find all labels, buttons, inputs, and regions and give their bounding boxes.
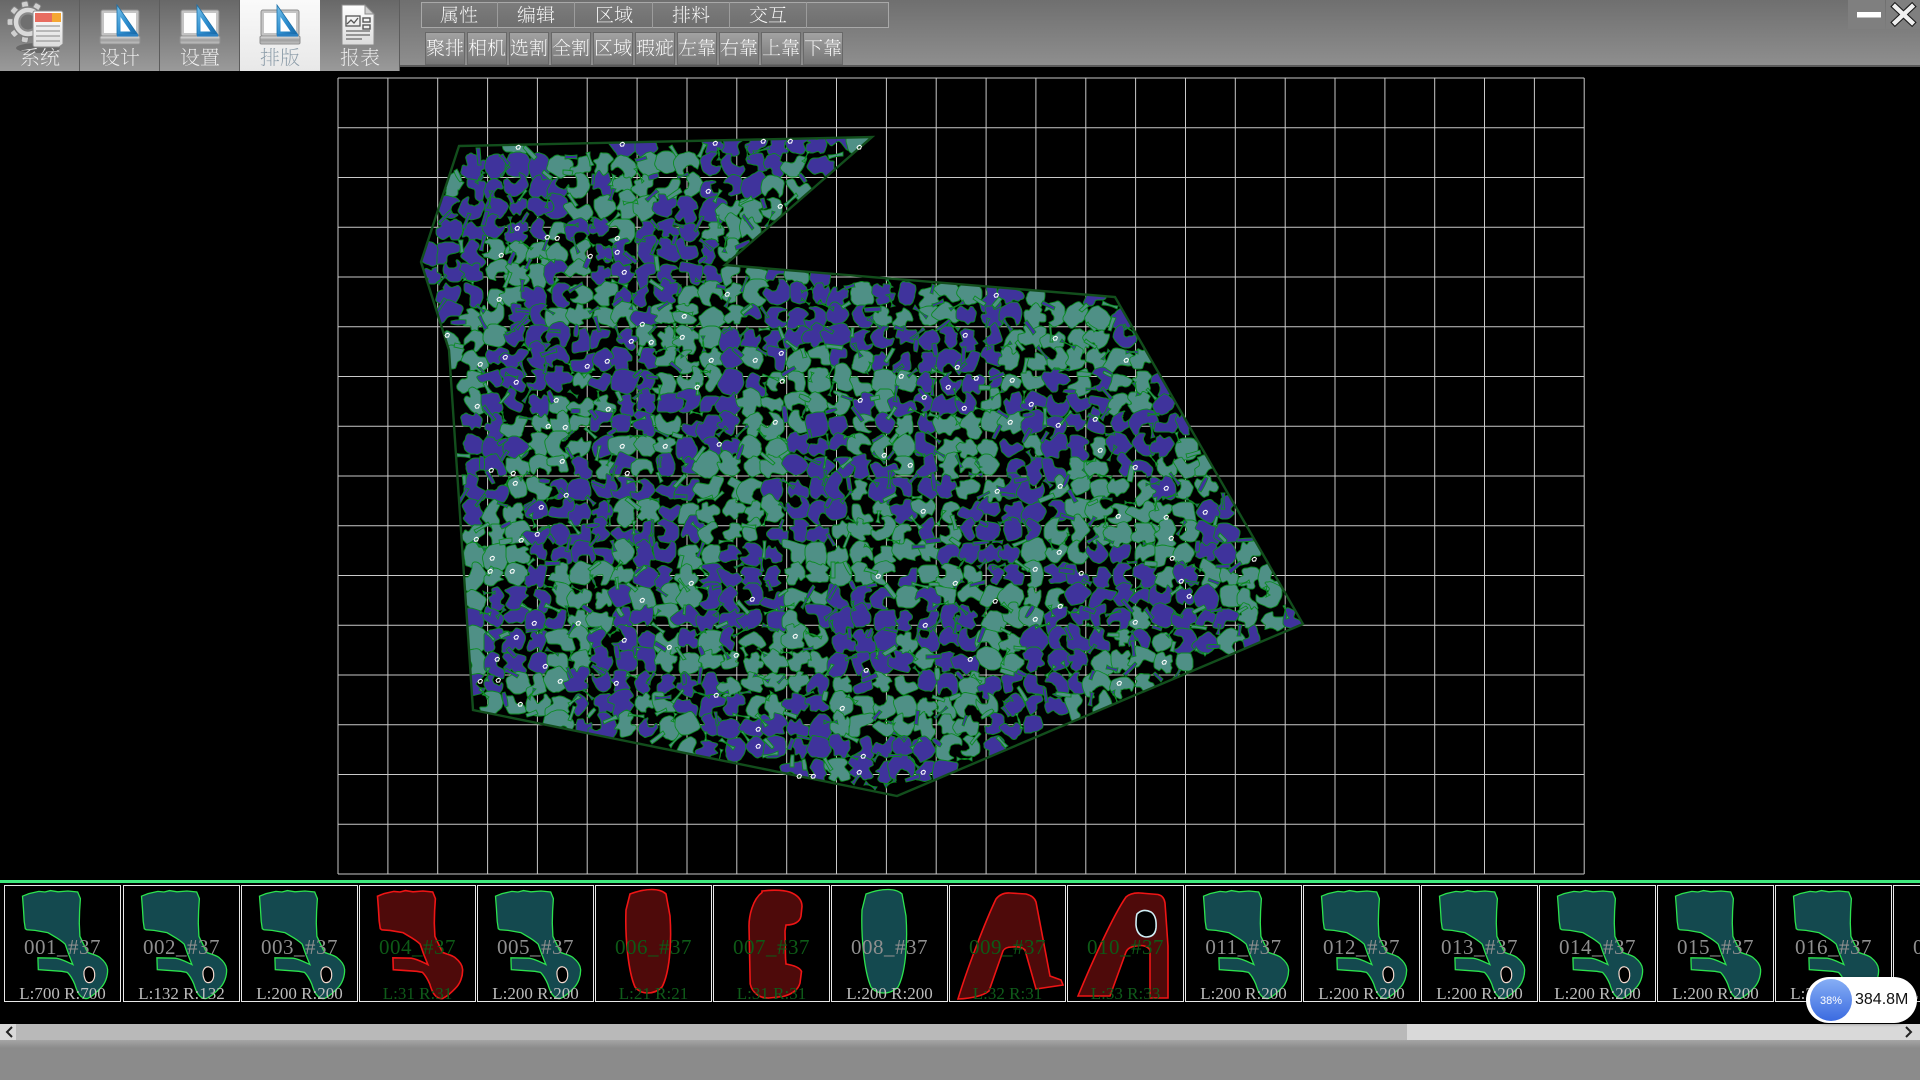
svg-text:38%: 38% <box>1820 995 1842 1007</box>
